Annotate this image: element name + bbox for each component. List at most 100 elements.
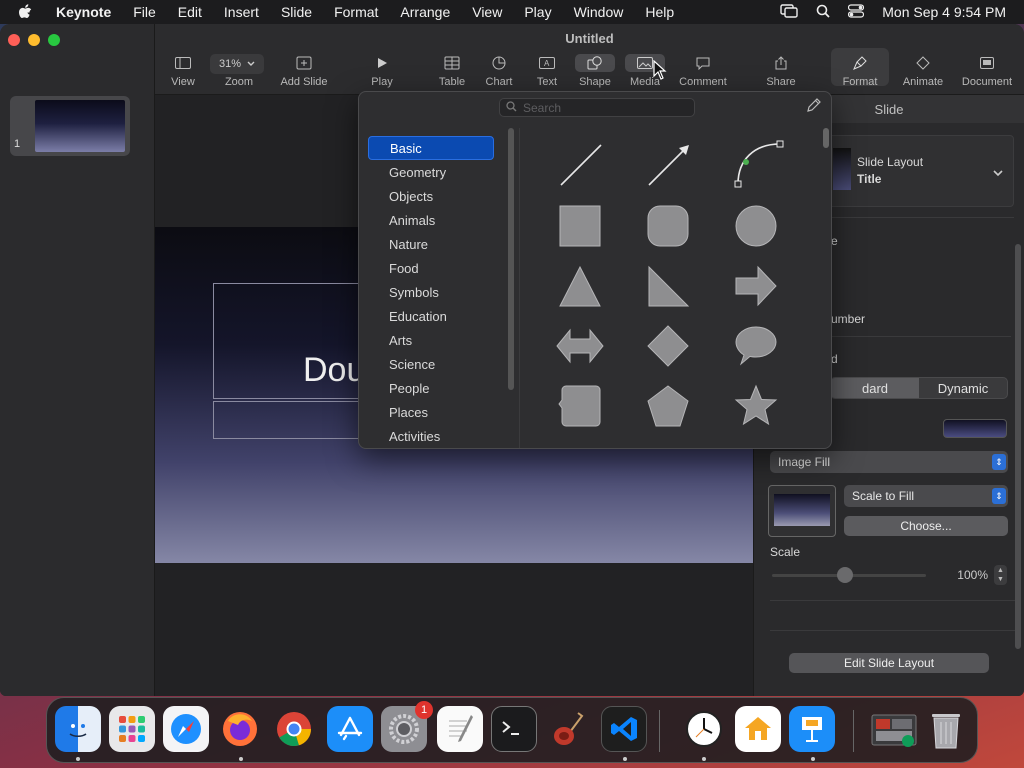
zoom-popup[interactable]: 31% <box>210 54 264 74</box>
category-scrollbar[interactable] <box>508 128 514 390</box>
shape-button[interactable]: Shape <box>575 54 615 88</box>
pentagon-shape[interactable] <box>646 384 690 428</box>
garageband-app-icon[interactable] <box>545 706 591 752</box>
finder-app-icon[interactable] <box>55 706 101 752</box>
arrow-line-shape[interactable] <box>646 142 692 188</box>
category-science[interactable]: Science <box>368 352 494 376</box>
chrome-app-icon[interactable] <box>271 706 317 752</box>
home-app-icon[interactable] <box>735 706 781 752</box>
menu-arrange[interactable]: Arrange <box>400 4 450 20</box>
choose-image-button[interactable]: Choose... <box>844 516 1008 536</box>
safari-app-icon[interactable] <box>163 706 209 752</box>
menu-help[interactable]: Help <box>645 4 674 20</box>
table-button[interactable]: Table <box>437 54 467 88</box>
background-mode-segmented[interactable]: dard Dynamic <box>830 377 1008 399</box>
scale-slider-knob[interactable] <box>837 567 853 583</box>
share-button[interactable]: Share <box>765 54 797 88</box>
category-activities[interactable]: Activities <box>368 424 494 448</box>
line-shape[interactable] <box>558 142 604 188</box>
circle-shape[interactable] <box>734 204 778 248</box>
menu-app-name[interactable]: Keynote <box>56 4 111 20</box>
shape-search-field[interactable]: Search <box>499 98 695 117</box>
rounded-square-shape[interactable] <box>646 204 690 248</box>
launchpad-app-icon[interactable] <box>109 706 155 752</box>
callout-square-shape[interactable] <box>558 384 602 428</box>
document-button[interactable]: Document <box>959 54 1015 88</box>
spotlight-search-icon[interactable] <box>816 4 830 21</box>
slide-layout-picker[interactable]: Slide Layout Title <box>824 135 1014 207</box>
square-shape[interactable] <box>558 204 602 248</box>
system-settings-app-icon[interactable]: 1 <box>381 701 433 752</box>
edit-slide-layout-button[interactable]: Edit Slide Layout <box>789 653 989 673</box>
zoom-window-button[interactable] <box>48 34 60 46</box>
dynamic-segment[interactable]: Dynamic <box>919 378 1007 398</box>
terminal-app-icon[interactable] <box>491 706 537 752</box>
pen-draw-icon[interactable] <box>807 98 821 117</box>
scale-mode-popup[interactable]: Scale to Fill ⇕ <box>844 485 1008 507</box>
category-geometry[interactable]: Geometry <box>368 160 494 184</box>
app-store-app-icon[interactable] <box>327 706 373 752</box>
add-slide-button[interactable]: Add Slide <box>277 54 331 88</box>
speech-bubble-shape[interactable] <box>734 324 778 368</box>
standard-segment[interactable]: dard <box>831 378 919 398</box>
menu-format[interactable]: Format <box>334 4 378 20</box>
fill-type-popup[interactable]: Image Fill ⇕ <box>770 451 1008 473</box>
menu-slide[interactable]: Slide <box>281 4 312 20</box>
slide-title-text[interactable]: Dou <box>303 351 365 390</box>
double-arrow-shape[interactable] <box>556 324 604 368</box>
scale-value-field[interactable]: 100% <box>940 565 992 585</box>
arrow-shape[interactable] <box>734 264 778 308</box>
shape-grid-scrollbar[interactable] <box>823 128 829 148</box>
menu-window[interactable]: Window <box>574 4 624 20</box>
category-people[interactable]: People <box>368 376 494 400</box>
trash-icon[interactable] <box>923 706 969 752</box>
comment-button[interactable]: Comment <box>677 54 729 88</box>
close-window-button[interactable] <box>8 34 20 46</box>
preview-app-icon[interactable] <box>869 706 921 752</box>
add-slide-icon <box>277 54 331 72</box>
menu-view[interactable]: View <box>472 4 502 20</box>
category-basic[interactable]: Basic <box>368 136 494 160</box>
star-shape[interactable] <box>734 384 778 428</box>
apple-menu-icon[interactable] <box>18 4 40 20</box>
menu-play[interactable]: Play <box>524 4 551 20</box>
triangle-shape[interactable] <box>558 264 602 308</box>
category-nature[interactable]: Nature <box>368 232 494 256</box>
text-button[interactable]: A Text <box>535 54 559 88</box>
visual-studio-code-app-icon[interactable] <box>601 706 647 752</box>
category-arts[interactable]: Arts <box>368 328 494 352</box>
menu-edit[interactable]: Edit <box>178 4 202 20</box>
control-center-icon[interactable] <box>848 3 865 21</box>
keynote-app-icon[interactable] <box>789 706 835 752</box>
view-button[interactable]: View <box>169 54 197 88</box>
slide-thumbnail[interactable] <box>35 100 125 152</box>
category-food[interactable]: Food <box>368 256 494 280</box>
background-color-well[interactable] <box>943 419 1007 438</box>
slide-layout-label: Slide Layout <box>857 155 924 169</box>
category-education[interactable]: Education <box>368 304 494 328</box>
scale-label: Scale <box>770 545 801 559</box>
diamond-shape[interactable] <box>646 324 690 368</box>
minimize-window-button[interactable] <box>28 34 40 46</box>
inspector-scrollbar[interactable] <box>1015 244 1021 649</box>
slide-layout-value: Title <box>857 172 882 186</box>
play-button[interactable]: Play <box>367 54 397 88</box>
menu-file[interactable]: File <box>133 4 156 20</box>
category-places[interactable]: Places <box>368 400 494 424</box>
category-animals[interactable]: Animals <box>368 208 494 232</box>
category-objects[interactable]: Objects <box>368 184 494 208</box>
format-button[interactable]: Format <box>831 48 889 88</box>
clock-app-icon[interactable] <box>681 706 727 752</box>
animate-button[interactable]: Animate <box>901 54 945 88</box>
screen-mirroring-icon[interactable] <box>780 3 798 21</box>
chart-button[interactable]: Chart <box>483 54 515 88</box>
category-symbols[interactable]: Symbols <box>368 280 494 304</box>
textedit-app-icon[interactable] <box>437 706 483 752</box>
menu-insert[interactable]: Insert <box>224 4 259 20</box>
menu-clock[interactable]: Mon Sep 4 9:54 PM <box>882 4 1006 20</box>
scale-stepper[interactable]: ▲ ▼ <box>994 565 1007 585</box>
right-triangle-shape[interactable] <box>646 264 690 308</box>
image-fill-preview[interactable] <box>768 485 836 537</box>
firefox-app-icon[interactable] <box>217 706 263 752</box>
curve-shape[interactable] <box>734 140 784 190</box>
